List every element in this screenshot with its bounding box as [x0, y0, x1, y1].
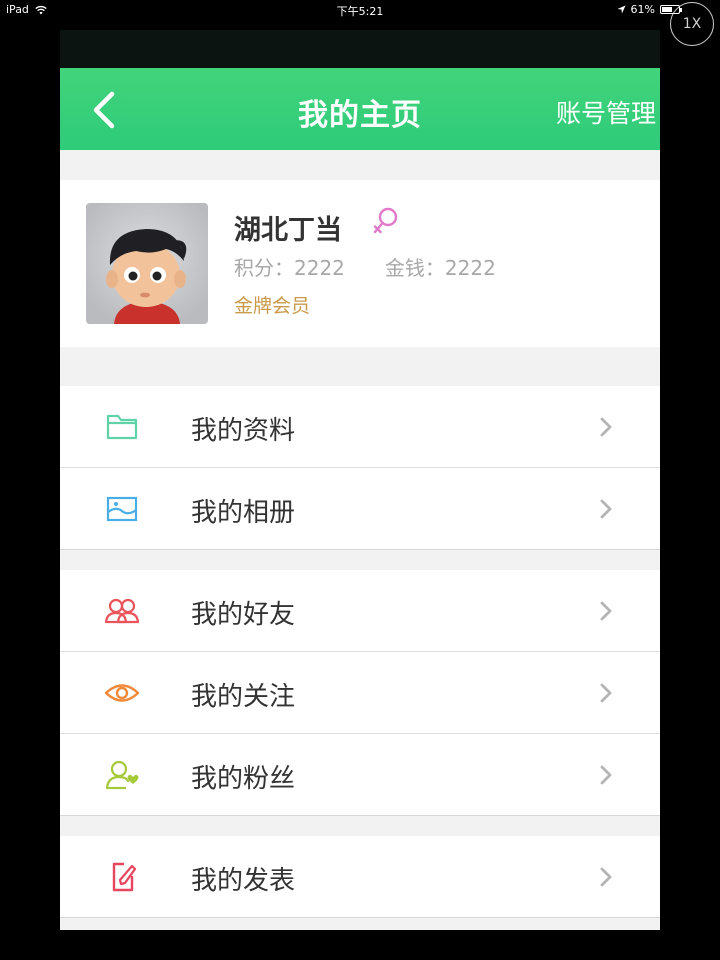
chevron-right-icon	[600, 765, 612, 785]
profile-card[interactable]: 湖北丁当 积分：2222 金钱：2222 金牌会员	[60, 180, 660, 347]
profile-money: 金钱：2222	[384, 256, 496, 280]
menu-item-label: 我的发表	[191, 866, 296, 896]
menu-item-friends[interactable]: 我的好友	[60, 570, 660, 652]
menu-item-profile[interactable]: 我的资料	[60, 386, 660, 468]
profile-name: 湖北丁当	[234, 215, 342, 246]
membership-badge: 金牌会员	[234, 295, 311, 317]
battery-fill	[662, 7, 672, 12]
female-icon	[373, 207, 398, 234]
device-status-bar: iPad 下午5:21 61% 1X	[0, 0, 720, 46]
folder-icon	[106, 414, 138, 440]
menu-item-label: 我的相册	[191, 498, 296, 528]
location-icon	[616, 5, 626, 14]
account-manage-button[interactable]: 账号管理	[556, 94, 656, 130]
chevron-right-icon	[600, 867, 612, 887]
avatar-image	[86, 203, 208, 324]
status-right: 61%	[616, 3, 682, 16]
menu-group-2: 我的好友 我的关注 我的粉丝	[60, 570, 660, 816]
menu-item-album[interactable]: 我的相册	[60, 468, 660, 550]
screen: iPad 下午5:21 61% 1X 我的主页 账号管理 湖北丁当 积分：222…	[0, 0, 720, 960]
menu-group-1: 我的资料 我的相册	[60, 386, 660, 550]
chevron-right-icon	[600, 683, 612, 703]
profile-score: 积分：2222	[234, 256, 345, 280]
fan-icon	[105, 760, 139, 790]
menu-item-label: 我的粉丝	[191, 764, 296, 794]
avatar[interactable]	[86, 203, 208, 324]
menu-item-posts[interactable]: 我的发表	[60, 836, 660, 918]
menu-item-fans[interactable]: 我的粉丝	[60, 734, 660, 816]
chevron-right-icon	[600, 601, 612, 621]
menu-item-label: 我的资料	[191, 416, 296, 446]
chevron-right-icon	[600, 417, 612, 437]
edit-icon	[112, 862, 137, 892]
menu-item-label: 我的好友	[191, 600, 296, 630]
menu-group-3: 我的发表	[60, 836, 660, 918]
friends-icon	[104, 598, 140, 624]
menu-item-following[interactable]: 我的关注	[60, 652, 660, 734]
image-icon	[106, 496, 138, 522]
app-window: 我的主页 账号管理 湖北丁当 积分：2222 金钱：2222 金牌会员 我的资料…	[60, 30, 660, 930]
app-status-bar	[60, 30, 660, 68]
chevron-right-icon	[600, 499, 612, 519]
profile-stats: 积分：2222 金钱：2222	[234, 252, 496, 281]
eye-icon	[104, 684, 140, 702]
battery-percent: 61%	[630, 3, 655, 16]
navigation-bar: 我的主页 账号管理	[60, 68, 660, 150]
status-time: 下午5:21	[336, 5, 384, 18]
zoom-button[interactable]: 1X	[670, 2, 714, 46]
menu-item-label: 我的关注	[191, 682, 296, 712]
